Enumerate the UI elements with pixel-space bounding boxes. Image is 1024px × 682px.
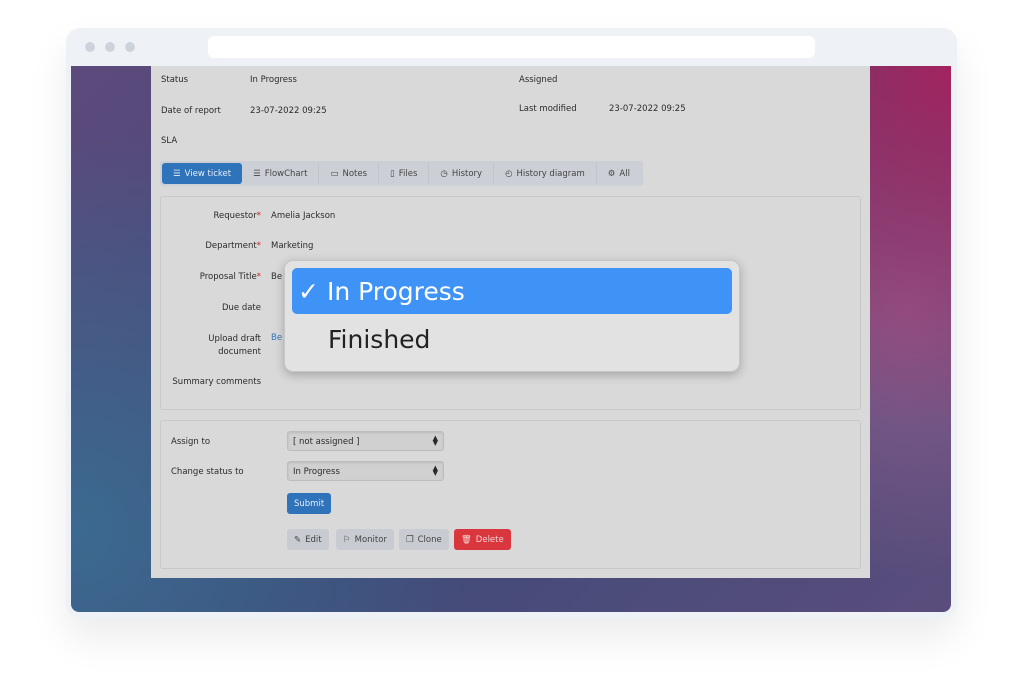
clone-button[interactable]: ❐ Clone — [399, 529, 449, 550]
date-label: Date of report — [161, 106, 221, 116]
address-bar[interactable] — [208, 36, 815, 58]
summary-label: Summary comments — [172, 377, 261, 387]
window-dot — [125, 42, 135, 52]
status-dropdown-menu: ✓ In Progress Finished — [284, 260, 740, 372]
proposal-title-value: Be — [271, 272, 283, 282]
flag-icon: ⚐ — [343, 534, 351, 545]
window-dot — [105, 42, 115, 52]
requestor-label: Requestor* — [213, 211, 261, 221]
due-date-label: Due date — [221, 303, 261, 313]
status-value: In Progress — [250, 75, 297, 85]
proposal-title-label: Proposal Title* — [199, 272, 261, 282]
ticket-page: Status In Progress Assigned Date of repo… — [151, 66, 870, 578]
edit-button[interactable]: ✎ Edit — [287, 529, 329, 550]
tab-flowchart[interactable]: ☰ FlowChart — [242, 163, 320, 184]
status-label: Status — [161, 75, 189, 85]
tab-history-diagram[interactable]: ◴ History diagram — [494, 163, 597, 184]
sla-label: SLA — [161, 136, 178, 146]
department-value: Marketing — [271, 241, 314, 251]
tab-history[interactable]: ◷ History — [429, 163, 495, 184]
check-icon: ✓ — [298, 276, 319, 306]
comment-icon: ▭ — [330, 168, 339, 179]
option-finished[interactable]: Finished — [292, 316, 732, 362]
department-label: Department* — [205, 241, 261, 251]
date-value: 23-07-2022 09:25 — [250, 106, 327, 116]
gears-icon: ⚙ — [607, 168, 616, 179]
viewport: Status In Progress Assigned Date of repo… — [71, 66, 951, 612]
actions-panel: Assign to [ not assigned ] ▲ ▼ Change stat… — [160, 420, 861, 569]
assign-select[interactable]: [ not assigned ] ▲ ▼ — [287, 431, 444, 451]
requestor-value: Amelia Jackson — [271, 211, 336, 221]
clock-icon: ◷ — [440, 168, 448, 179]
assigned-label: Assigned — [519, 75, 558, 85]
monitor-button[interactable]: ⚐ Monitor — [336, 529, 394, 550]
browser-window: Status In Progress Assigned Date of repo… — [66, 28, 957, 618]
edit-icon: ✎ — [294, 534, 302, 545]
copy-icon: ❐ — [406, 534, 414, 545]
select-arrows-icon: ▲ ▼ — [432, 464, 438, 477]
list-icon: ☰ — [173, 168, 181, 179]
delete-button[interactable]: 🗑 Delete — [454, 529, 511, 550]
submit-button[interactable]: Submit — [287, 493, 332, 514]
modified-value: 23-07-2022 09:25 — [609, 104, 686, 114]
stopwatch-icon: ◴ — [505, 168, 513, 179]
change-status-label: Change status to — [171, 467, 244, 477]
modified-label: Last modified — [519, 104, 577, 114]
option-in-progress[interactable]: ✓ In Progress — [292, 268, 732, 314]
upload-label: Upload draft document — [208, 334, 261, 357]
tab-all[interactable]: ⚙ All — [597, 163, 641, 184]
select-arrows-icon: ▲ ▼ — [432, 434, 438, 447]
assign-label: Assign to — [171, 437, 211, 447]
tab-bar: ☰ View ticket ☰ FlowChart ▭ Notes ▯ Files ◷ H… — [160, 161, 643, 186]
list-icon: ☰ — [253, 168, 261, 179]
status-select[interactable]: In Progress ▲ ▼ — [287, 461, 444, 481]
tab-notes[interactable]: ▭ Notes — [319, 163, 380, 184]
trash-icon: 🗑 — [461, 534, 472, 545]
tab-view-ticket[interactable]: ☰ View ticket — [162, 163, 243, 184]
upload-link[interactable]: Be — [271, 333, 282, 343]
file-icon: ▯ — [390, 168, 395, 179]
tab-files[interactable]: ▯ Files — [379, 163, 430, 184]
window-dot — [85, 42, 95, 52]
